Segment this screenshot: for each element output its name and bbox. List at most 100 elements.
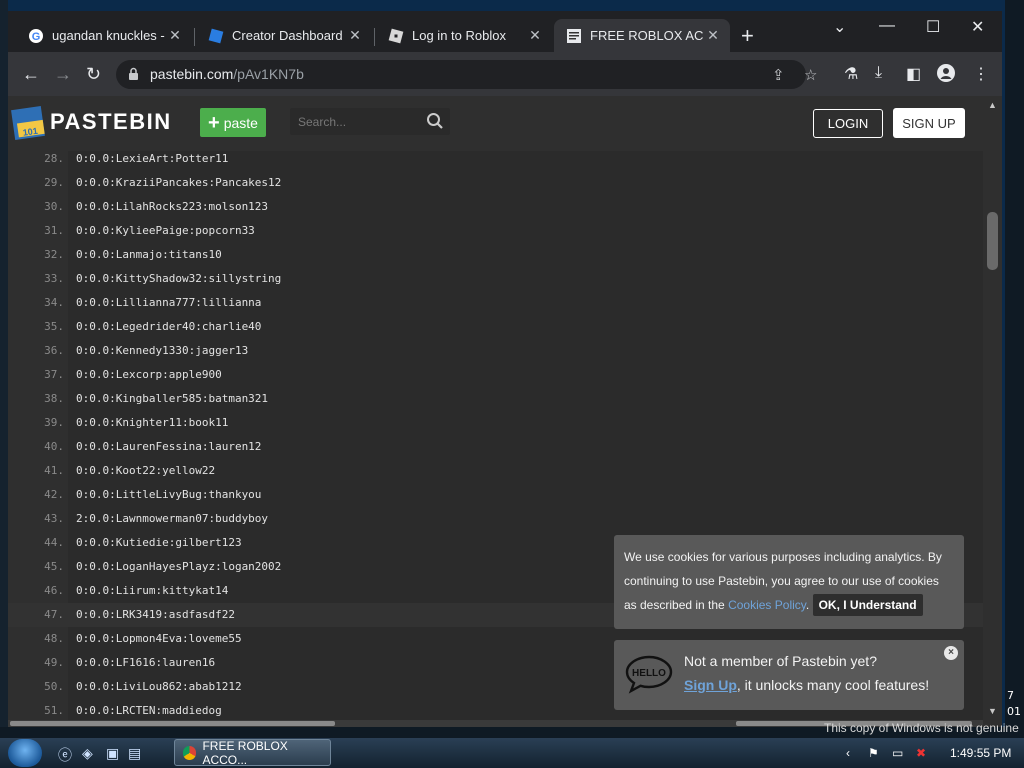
line-number: 37. xyxy=(44,368,64,381)
google-icon: G xyxy=(28,28,44,44)
close-tab-icon[interactable]: ✕ xyxy=(166,27,184,44)
promo-line2: Sign Up, it unlocks many cool features! xyxy=(684,677,929,693)
chrome-icon xyxy=(183,745,197,760)
line-text[interactable]: 0:0.0:LoganHayesPlayz:logan2002 xyxy=(76,560,281,573)
new-tab-button[interactable]: + xyxy=(741,25,754,47)
reload-icon[interactable]: ↻ xyxy=(86,64,101,85)
pastebin-page: 101 PASTEBIN + paste Search... LOGIN SIG… xyxy=(8,96,1002,727)
flag-icon[interactable]: ⚑ xyxy=(868,746,879,760)
scroll-thumb[interactable] xyxy=(987,212,998,270)
line-number: 46. xyxy=(44,584,64,597)
back-icon[interactable]: ← xyxy=(22,64,40,85)
close-icon[interactable]: × xyxy=(944,646,958,660)
close-tab-icon[interactable]: ✕ xyxy=(704,27,722,44)
signup-button[interactable]: SIGN UP xyxy=(893,108,965,138)
close-tab-icon[interactable]: ✕ xyxy=(346,27,364,44)
line-text[interactable]: 0:0.0:LRK3419:asdfasdf22 xyxy=(76,608,235,621)
site-logo-text[interactable]: PASTEBIN xyxy=(50,109,172,135)
pastebin-logo-icon[interactable]: 101 xyxy=(11,104,47,142)
line-text[interactable]: 0:0.0:KittyShadow32:sillystring xyxy=(76,272,281,285)
tab-title: ugandan knuckles - ( xyxy=(52,28,166,43)
line-text[interactable]: 0:0.0:LexieArt:Potter11 xyxy=(76,152,228,165)
cookie-text-end: . xyxy=(805,598,810,612)
line-text[interactable]: 0:0.0:Lexcorp:apple900 xyxy=(76,368,222,381)
url-text[interactable]: pastebin.com/pAv1KN7b xyxy=(150,66,304,82)
media-icon[interactable]: ▣ xyxy=(106,745,119,762)
svg-text:101: 101 xyxy=(22,126,38,138)
line-text[interactable]: 0:0.0:LilahRocks223:molson123 xyxy=(76,200,268,213)
maximize-icon[interactable]: ☐ xyxy=(926,17,940,37)
vertical-scrollbar[interactable]: ▲ ▼ xyxy=(983,96,1002,727)
scroll-up-icon[interactable]: ▲ xyxy=(988,100,997,110)
promo-signup-link[interactable]: Sign Up xyxy=(684,677,737,693)
package-icon[interactable]: ◈ xyxy=(82,745,93,762)
tray-expand-icon[interactable]: ‹ xyxy=(846,746,850,760)
line-number: 51. xyxy=(44,704,64,717)
line-text[interactable]: 0:0.0:LiviLou862:abab1212 xyxy=(76,680,242,693)
line-text[interactable]: 0:0.0:LaurenFessina:lauren12 xyxy=(76,440,261,453)
line-text[interactable]: 0:0.0:Koot22:yellow22 xyxy=(76,464,215,477)
tab-free-roblox-accounts[interactable]: FREE ROBLOX ACCO ✕ xyxy=(554,19,730,52)
line-text[interactable]: 0:0.0:Knighter11:book11 xyxy=(76,416,228,429)
line-text[interactable]: 0:0.0:Lillianna777:lillianna xyxy=(76,296,261,309)
line-text[interactable]: 0:0.0:Lopmon4Eva:loveme55 xyxy=(76,632,242,645)
forward-icon[interactable]: → xyxy=(54,64,72,85)
minimize-icon[interactable]: — xyxy=(879,17,895,35)
signup-promo: HELLO Not a member of Pastebin yet? Sign… xyxy=(614,640,964,710)
line-text[interactable]: 0:0.0:LittleLivyBug:thankyou xyxy=(76,488,261,501)
cookies-policy-link[interactable]: Cookies Policy xyxy=(728,598,806,612)
internet-explorer-icon[interactable]: ⓔ xyxy=(58,745,72,765)
roblox-icon xyxy=(388,28,404,44)
line-text[interactable]: 0:0.0:LF1616:lauren16 xyxy=(76,656,215,669)
side-panel-icon[interactable]: ◧ xyxy=(906,64,921,84)
code-line: 43. 2:0.0:Lawnmowerman07:buddyboy xyxy=(8,507,983,531)
new-paste-button[interactable]: + paste xyxy=(200,108,266,137)
line-text[interactable]: 0:0.0:Kingballer585:batman321 xyxy=(76,392,268,405)
network-icon[interactable]: ▭ xyxy=(892,746,903,760)
code-line: 32. 0:0.0:Lanmajo:titans10 xyxy=(8,243,983,267)
browser-window: G ugandan knuckles - ( ✕ Creator Dashboa… xyxy=(8,11,1002,727)
tab-strip: G ugandan knuckles - ( ✕ Creator Dashboa… xyxy=(8,11,1002,52)
tab-roblox-login[interactable]: Log in to Roblox ✕ xyxy=(376,19,552,52)
line-text[interactable]: 2:0.0:Lawnmowerman07:buddyboy xyxy=(76,512,268,525)
line-text[interactable]: 0:0.0:KraziiPancakes:Pancakes12 xyxy=(76,176,281,189)
start-button[interactable] xyxy=(8,739,42,767)
windows-genuine-watermark: This copy of Windows is not genuine xyxy=(824,721,1019,735)
code-line: 42. 0:0.0:LittleLivyBug:thankyou xyxy=(8,483,983,507)
line-text[interactable]: 0:0.0:Liirum:kittykat14 xyxy=(76,584,228,597)
scroll-down-icon[interactable]: ▼ xyxy=(988,706,997,716)
tab-creator-dashboard[interactable]: Creator Dashboard ✕ xyxy=(196,19,372,52)
line-text[interactable]: 0:0.0:Lanmajo:titans10 xyxy=(76,248,222,261)
login-button[interactable]: LOGIN xyxy=(813,109,883,138)
star-icon[interactable]: ☆ xyxy=(804,66,817,84)
extension-flask-icon[interactable]: ⚗ xyxy=(844,64,858,84)
menu-icon[interactable]: ⋮ xyxy=(973,64,989,84)
tab-search-icon[interactable]: ⌄ xyxy=(833,17,846,37)
taskbar-chrome-button[interactable]: FREE ROBLOX ACCO... xyxy=(174,738,331,767)
address-bar[interactable]: pastebin.com/pAv1KN7b ⇪ ☆ xyxy=(116,60,817,89)
search-input[interactable]: Search... xyxy=(290,108,450,135)
line-number: 31. xyxy=(44,224,64,237)
line-text[interactable]: 0:0.0:Kennedy1330:jagger13 xyxy=(76,344,248,357)
desktop-edge-text: 7 01 xyxy=(1007,689,1021,718)
line-number: 47. xyxy=(44,608,64,621)
line-number: 28. xyxy=(44,152,64,165)
window-switch-icon[interactable]: ▤ xyxy=(128,745,141,762)
profile-icon[interactable] xyxy=(937,64,955,87)
volume-muted-icon[interactable]: ✖ xyxy=(916,746,926,760)
lock-icon xyxy=(128,67,139,86)
search-icon[interactable] xyxy=(426,112,444,135)
line-text[interactable]: 0:0.0:Legedrider40:charlie40 xyxy=(76,320,261,333)
taskbar-task-label: FREE ROBLOX ACCO... xyxy=(202,738,288,767)
download-icon[interactable]: ⤓ xyxy=(875,64,882,82)
tab-ugandan-knuckles[interactable]: G ugandan knuckles - ( ✕ xyxy=(16,19,192,52)
line-text[interactable]: 0:0.0:Kutiedie:gilbert123 xyxy=(76,536,242,549)
line-text[interactable]: 0:0.0:LRCTEN:maddiedog xyxy=(76,704,222,717)
hscroll-thumb[interactable] xyxy=(10,721,335,726)
close-tab-icon[interactable]: ✕ xyxy=(526,27,544,44)
clock[interactable]: 1:49:55 PM xyxy=(950,746,1011,760)
close-window-icon[interactable]: ✕ xyxy=(971,17,984,37)
share-icon[interactable]: ⇪ xyxy=(772,66,785,84)
cookie-ok-button[interactable]: OK, I Understand xyxy=(812,594,923,616)
line-text[interactable]: 0:0.0:KylieePaige:popcorn33 xyxy=(76,224,255,237)
